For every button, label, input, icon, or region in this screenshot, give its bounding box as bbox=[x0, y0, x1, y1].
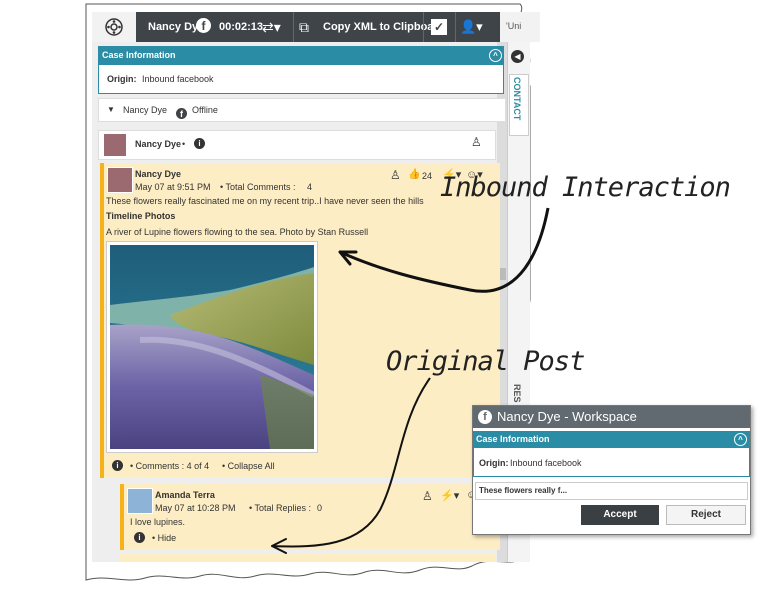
popup-preview-text: These flowers really f... bbox=[479, 486, 568, 495]
accept-button[interactable]: Accept bbox=[581, 505, 659, 525]
popup-case-info-title: Case Information bbox=[476, 434, 550, 444]
workspace-screenshot: ◀ CONTACT RES Nancy Dye f 00:02:13 ⇄▾ ⧉ … bbox=[0, 0, 768, 600]
inbound-interaction-annotation: Inbound Interaction bbox=[440, 172, 731, 203]
chevron-up-icon[interactable]: ^ bbox=[734, 433, 747, 446]
popup-title-bar: f Nancy Dye - Workspace bbox=[473, 406, 750, 428]
facebook-icon: f bbox=[478, 410, 492, 424]
popup-title: Nancy Dye - Workspace bbox=[497, 409, 637, 424]
popup-message-preview: These flowers really f... bbox=[475, 482, 748, 500]
reject-button[interactable]: Reject bbox=[666, 505, 746, 525]
original-post-annotation: Original Post bbox=[386, 346, 585, 377]
workspace-popup: f Nancy Dye - Workspace Case Information… bbox=[472, 405, 751, 535]
popup-case-info-body: Origin: Inbound facebook bbox=[473, 447, 750, 477]
popup-origin-value: Inbound facebook bbox=[510, 458, 582, 468]
popup-origin-label: Origin: bbox=[479, 458, 509, 468]
popup-case-info-header[interactable]: Case Information ^ bbox=[473, 431, 750, 447]
